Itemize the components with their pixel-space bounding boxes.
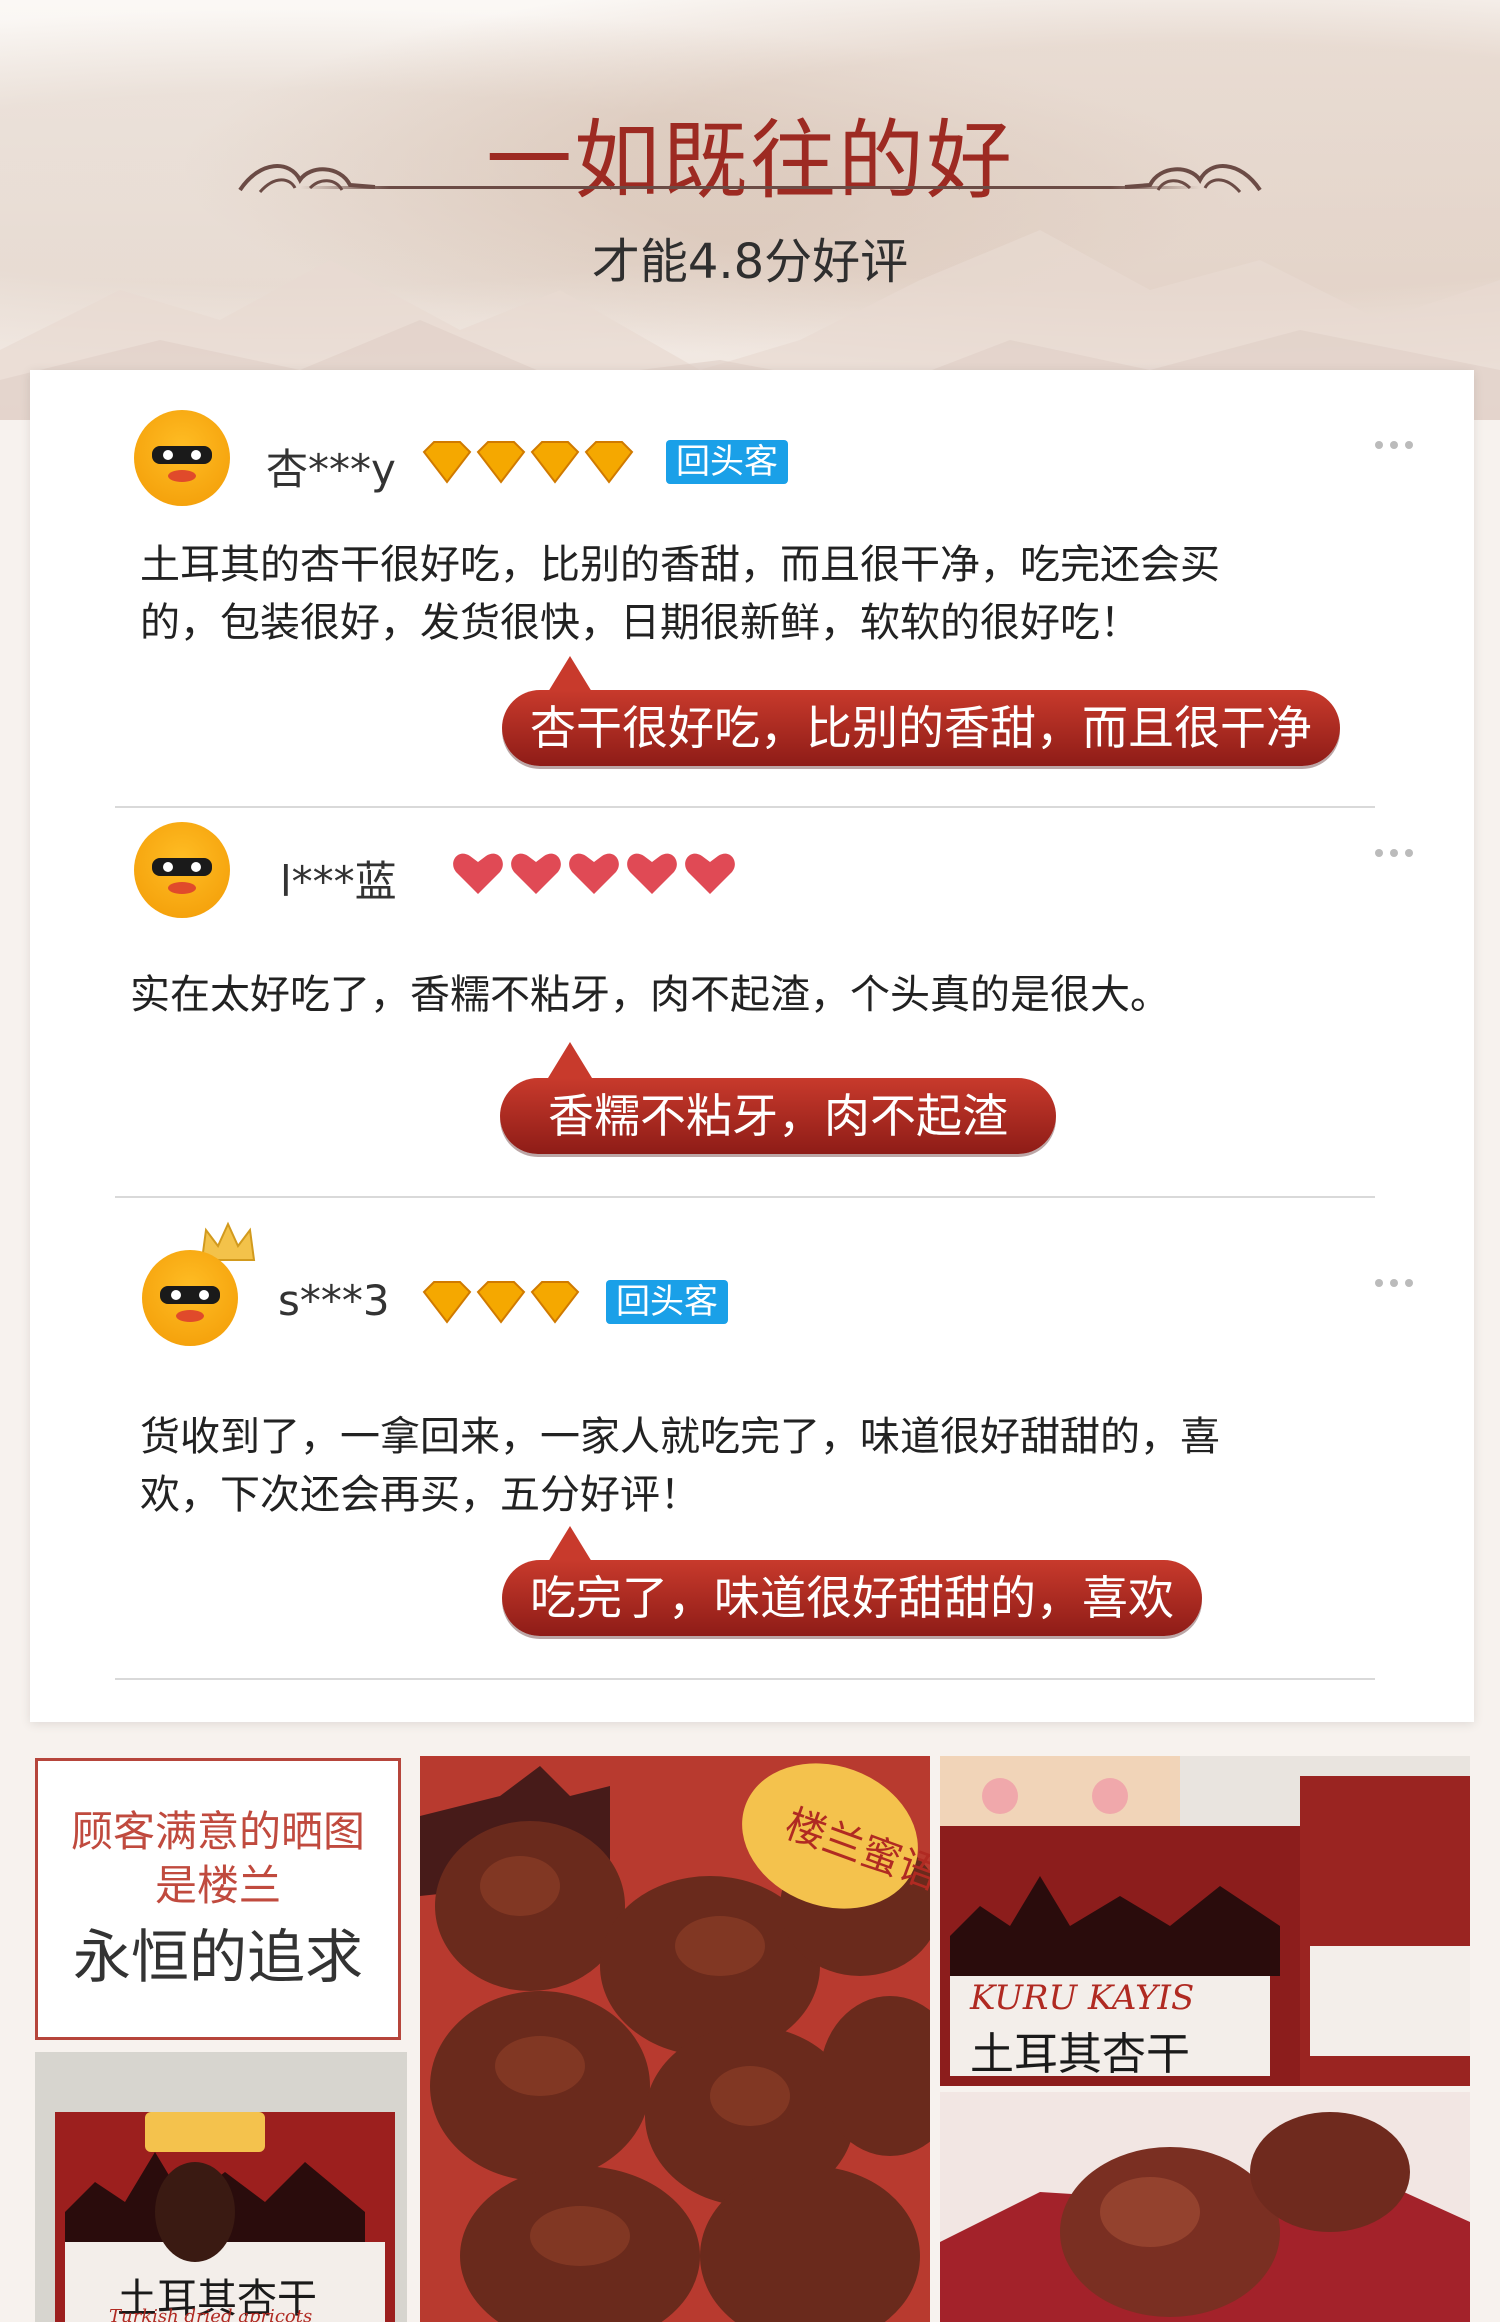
page-subtitle: 才能4.8分好评 <box>591 234 909 290</box>
bubble-pointer <box>548 656 592 692</box>
caption-headline: 永恒的追求 <box>72 1923 363 1991</box>
diamond-icon <box>476 441 526 484</box>
heart-icon <box>627 853 677 894</box>
review-divider <box>115 806 1375 808</box>
review-text-line: 货收到了，一拿回来，一家人就吃完了，味道很好甜甜的，喜 <box>140 1414 1220 1460</box>
heart-icon <box>685 853 735 894</box>
hero-banner: 一如既往的好 才能4.8分好评 <box>0 0 1500 420</box>
duck-mascot-icon <box>152 446 212 482</box>
heart-icon <box>569 853 619 894</box>
review-text: 土耳其的杏干很好吃，比别的香甜，而且很干净，吃完还会买 的，包装很好，发货很快，… <box>140 536 1390 652</box>
customer-photo[interactable]: KURU KAYIS 土耳其杏干 <box>940 1756 1470 2086</box>
package-label-en: KURU KAYIS <box>970 1978 1195 2018</box>
more-options-icon[interactable] <box>1374 848 1414 858</box>
caption-line: 顾客满意的晒图 <box>70 1807 365 1856</box>
returning-customer-badge: 回头客 <box>666 440 788 484</box>
cloud-ornament-icon <box>1124 164 1262 194</box>
avatar <box>142 1250 238 1346</box>
review-text-line: 实在太好吃了，香糯不粘牙，肉不起渣，个头真的是很大。 <box>130 972 1170 1018</box>
diamond-icon <box>530 441 580 484</box>
apricot-in-hand-image <box>940 2092 1470 2322</box>
customer-photo[interactable]: 楼兰蜜语 <box>420 1756 930 2322</box>
diamond-icon <box>422 441 472 484</box>
customer-photo[interactable]: 土耳其杏干 Turkish dried apricots <box>35 2052 407 2322</box>
review-text-line: 的，包装很好，发货很快，日期很新鲜，软软的很好吃！ <box>140 600 1140 646</box>
review-text: 货收到了，一拿回来，一家人就吃完了，味道很好甜甜的，喜 欢，下次还会再买，五分好… <box>140 1408 1390 1524</box>
heart-rating <box>453 853 735 894</box>
review-username: l***蓝 <box>280 857 397 906</box>
diamond-icon <box>476 1281 526 1324</box>
review-username: 杏***y <box>266 445 396 494</box>
duck-mascot-icon <box>152 858 212 894</box>
apricot-closeup-image: 楼兰蜜语 <box>420 1756 930 2322</box>
diamond-icon <box>530 1281 580 1324</box>
diamond-rating <box>422 441 634 484</box>
highlight-bubble: 吃完了，味道很好甜甜的，喜欢 <box>502 1560 1202 1636</box>
review-divider <box>115 1678 1375 1680</box>
bubble-pointer <box>548 1526 592 1562</box>
diamond-icon <box>422 1281 472 1324</box>
avatar <box>134 822 230 918</box>
diamond-icon <box>584 441 634 484</box>
bubble-pointer <box>548 1042 592 1078</box>
review-text-line: 土耳其的杏干很好吃，比别的香甜，而且很干净，吃完还会买 <box>140 542 1220 588</box>
duck-mascot-icon <box>160 1286 220 1322</box>
more-options-icon[interactable] <box>1374 1278 1414 1288</box>
cloud-ornament-icon <box>238 164 376 194</box>
highlight-bubble: 香糯不粘牙，肉不起渣 <box>500 1078 1056 1154</box>
caption-line: 是楼兰 <box>154 1861 281 1910</box>
review-card: 杏***y 回头客 土耳其的杏干很好吃，比别的香甜，而且很干净，吃完还会买 的，… <box>30 370 1474 1722</box>
heart-icon <box>453 853 503 894</box>
review-text: 实在太好吃了，香糯不粘牙，肉不起渣，个头真的是很大。 <box>130 966 1380 1024</box>
package-label-cn: 土耳其杏干 <box>970 2029 1190 2080</box>
review-text-line: 欢，下次还会再买，五分好评！ <box>140 1472 700 1518</box>
title-divider <box>300 186 1200 189</box>
review-divider <box>115 1196 1375 1198</box>
gallery-caption-box: 顾客满意的晒图 是楼兰 永恒的追求 <box>35 1758 401 2040</box>
diamond-rating <box>422 1281 580 1324</box>
avatar <box>134 410 230 506</box>
package-label-sub: Turkish dried apricots <box>109 2306 313 2322</box>
more-options-icon[interactable] <box>1374 440 1414 450</box>
customer-photo[interactable] <box>940 2092 1470 2322</box>
returning-customer-badge: 回头客 <box>606 1280 728 1324</box>
heart-icon <box>511 853 561 894</box>
highlight-bubble: 杏干很好吃，比别的香甜，而且很干净 <box>502 690 1340 766</box>
page-title: 一如既往的好 <box>486 111 1014 211</box>
review-username: s***3 <box>278 1276 390 1325</box>
